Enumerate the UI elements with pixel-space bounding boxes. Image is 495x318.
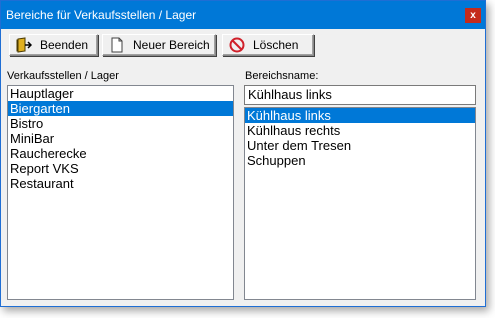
toolbar: Beenden Neuer Bereich Löschen <box>5 33 481 59</box>
list-item[interactable]: Kühlhaus links <box>245 108 475 123</box>
list-item[interactable]: Report VKS <box>8 161 233 176</box>
new-area-button-label: Neuer Bereich <box>133 38 210 52</box>
list-item[interactable]: Schuppen <box>245 153 475 168</box>
end-button[interactable]: Beenden <box>9 34 98 56</box>
list-item[interactable]: Biergarten <box>8 101 233 116</box>
list-item[interactable]: Bistro <box>8 116 233 131</box>
list-item[interactable]: Unter dem Tresen <box>245 138 475 153</box>
exit-door-icon <box>16 37 33 53</box>
list-item[interactable]: MiniBar <box>8 131 233 146</box>
list-item[interactable]: Hauptlager <box>8 86 233 101</box>
delete-button[interactable]: Löschen <box>222 34 314 56</box>
window-title: Bereiche für Verkaufsstellen / Lager <box>6 8 197 22</box>
new-document-icon <box>109 37 125 53</box>
end-button-label: Beenden <box>40 38 89 52</box>
list-item[interactable]: Restaurant <box>8 176 233 191</box>
stores-listbox[interactable]: Hauptlager Biergarten Bistro MiniBar Raucher… <box>7 85 234 300</box>
close-icon: x <box>470 10 476 21</box>
no-entry-icon <box>229 37 245 53</box>
list-item[interactable]: Kühlhaus rechts <box>245 123 475 138</box>
area-name-label: Bereichsname: <box>245 70 319 82</box>
delete-button-label: Löschen <box>253 38 299 52</box>
new-area-button[interactable]: Neuer Bereich <box>102 34 216 56</box>
area-name-field[interactable]: Kühlhaus links <box>244 85 476 105</box>
stores-label: Verkaufsstellen / Lager <box>7 70 119 82</box>
title-bar[interactable]: Bereiche für Verkaufsstellen / Lager x <box>1 1 485 29</box>
dialog-window: Bereiche für Verkaufsstellen / Lager x B… <box>0 0 486 307</box>
close-button[interactable]: x <box>465 8 481 23</box>
areas-listbox[interactable]: Kühlhaus links Kühlhaus rechts Unter dem T… <box>244 107 476 300</box>
list-item[interactable]: Raucherecke <box>8 146 233 161</box>
